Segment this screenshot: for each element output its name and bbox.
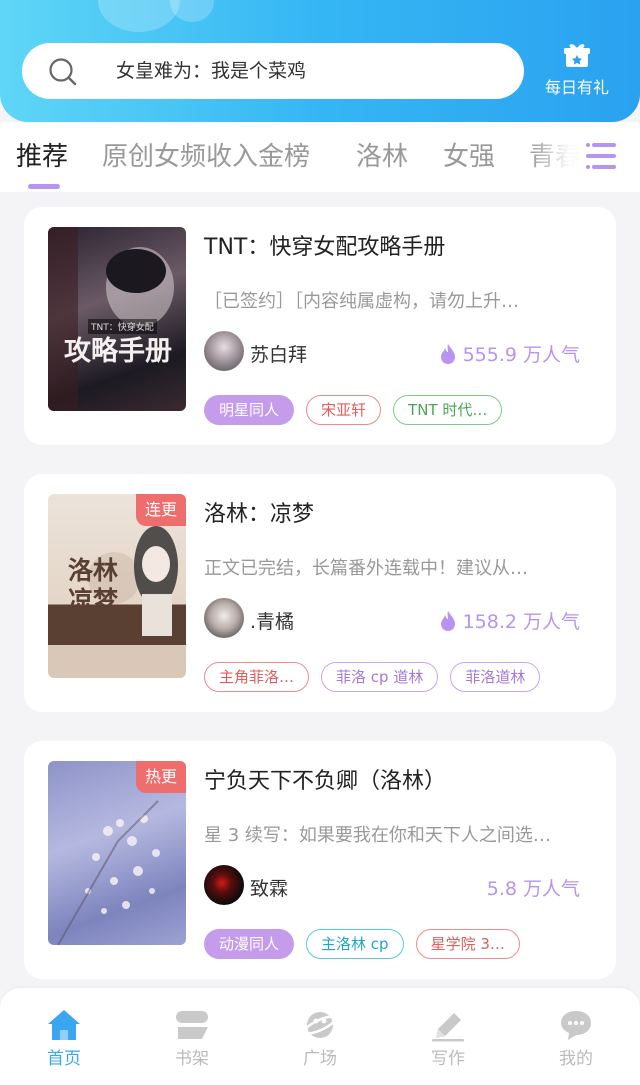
book-cover[interactable]: 洛林凉梦 连更 xyxy=(48,494,186,678)
update-badge: 连更 xyxy=(136,494,186,526)
tag[interactable]: 明星同人 xyxy=(204,395,295,425)
author-name[interactable]: 致霖 xyxy=(250,874,288,901)
popularity-value: 5.8 万人气 xyxy=(486,878,580,900)
book-card[interactable]: 热更 宁负天下不负卿（洛林） 星 3 续写：如果要我在你和天下人之间选… 致霖 … xyxy=(24,741,616,979)
book-title[interactable]: 洛林：凉梦 xyxy=(204,496,314,528)
chat-bubble-icon xyxy=(561,1011,591,1040)
tag-list: 明星同人 宋亚轩 TNT 时代… xyxy=(204,395,514,425)
tab-luolin[interactable]: 洛林 xyxy=(356,136,408,173)
nav-home[interactable]: 首页 xyxy=(24,1008,104,1072)
cover-title: 攻略手册 xyxy=(64,336,172,367)
popularity: 5.8 万人气 xyxy=(487,874,580,901)
home-icon xyxy=(48,1010,80,1040)
popularity-value: 555.9 万人气 xyxy=(462,344,580,366)
book-description: 星 3 续写：如果要我在你和天下人之间选… xyxy=(204,825,551,846)
flame-icon xyxy=(440,610,455,631)
tag[interactable]: 菲洛道林 xyxy=(450,662,541,692)
tag[interactable]: 动漫同人 xyxy=(204,929,295,959)
author-avatar[interactable] xyxy=(204,865,244,905)
tag-list: 动漫同人 主洛林 cp 星学院 3… xyxy=(204,929,532,959)
tab-recommend[interactable]: 推荐 xyxy=(16,136,68,173)
nav-bookshelf[interactable]: 书架 xyxy=(152,1008,232,1072)
tab-income-rank[interactable]: 原创女频收入金榜 xyxy=(102,136,310,173)
tag[interactable]: 宋亚轩 xyxy=(306,395,382,425)
flame-icon xyxy=(440,343,455,364)
gift-label: 每日有礼 xyxy=(544,78,609,97)
nav-square[interactable]: 广场 xyxy=(280,1008,360,1072)
nav-write[interactable]: 写作 xyxy=(408,1008,488,1072)
author-name[interactable]: 苏白拜 xyxy=(250,340,307,367)
nav-label: 我的 xyxy=(559,1049,593,1069)
book-title[interactable]: 宁负天下不负卿（洛林） xyxy=(204,763,446,795)
author-avatar[interactable] xyxy=(204,598,244,638)
book-card[interactable]: 洛林凉梦 连更 洛林：凉梦 正文已完结，长篇番外连载中！建议从… .青橘 158… xyxy=(24,474,616,712)
tab-female-strong[interactable]: 女强 xyxy=(443,136,495,173)
cover-subtitle: TNT：快穿女配 xyxy=(88,319,157,334)
bottom-nav: 首页 书架 广场 写作 我的 xyxy=(0,988,640,1085)
nav-label: 书架 xyxy=(175,1049,209,1069)
nav-me[interactable]: 我的 xyxy=(536,1008,616,1072)
bookshelf-icon xyxy=(176,1011,208,1039)
search-icon xyxy=(49,58,77,86)
pencil-icon xyxy=(432,1013,464,1042)
tag[interactable]: TNT 时代… xyxy=(393,395,503,425)
hot-update-badge: 热更 xyxy=(136,761,186,793)
decor-bubble xyxy=(170,0,214,22)
category-menu-icon[interactable] xyxy=(584,140,618,172)
book-cover[interactable]: TNT：快穿女配 攻略手册 xyxy=(48,227,186,411)
nav-label: 首页 xyxy=(47,1049,81,1069)
active-tab-indicator xyxy=(28,184,60,189)
tag[interactable]: 主角菲洛… xyxy=(204,662,310,692)
book-title[interactable]: TNT：快穿女配攻略手册 xyxy=(204,229,445,261)
nav-label: 广场 xyxy=(303,1049,337,1069)
book-description: ［已签约］［内容纯属虚构，请勿上升… xyxy=(204,291,519,312)
popularity: 555.9 万人气 xyxy=(439,340,580,367)
cover-title: 洛林凉梦 xyxy=(68,556,119,615)
author-avatar[interactable] xyxy=(204,331,244,371)
popularity-value: 158.2 万人气 xyxy=(462,611,580,633)
tag-list: 主角菲洛… 菲洛 cp 道林 菲洛道林 xyxy=(204,662,552,692)
header: 女皇难为：我是个菜鸡 每日有礼 xyxy=(0,0,640,122)
popularity: 158.2 万人气 xyxy=(439,607,580,634)
search-placeholder: 女皇难为：我是个菜鸡 xyxy=(116,60,307,82)
tag[interactable]: 星学院 3… xyxy=(415,929,520,959)
book-card[interactable]: TNT：快穿女配 攻略手册 TNT：快穿女配攻略手册 ［已签约］［内容纯属虚构，… xyxy=(24,207,616,445)
tag[interactable]: 主洛林 cp xyxy=(306,929,404,959)
planet-icon xyxy=(303,1012,337,1038)
nav-label: 写作 xyxy=(431,1049,465,1069)
search-bar[interactable]: 女皇难为：我是个菜鸡 xyxy=(22,43,524,99)
book-description: 正文已完结，长篇番外连载中！建议从… xyxy=(204,558,528,579)
gift-icon xyxy=(564,44,590,67)
book-cover[interactable]: 热更 xyxy=(48,761,186,945)
author-name[interactable]: .青橘 xyxy=(250,607,294,634)
tag[interactable]: 菲洛 cp 道林 xyxy=(321,662,439,692)
decor-bubble xyxy=(98,0,180,32)
daily-gift-button[interactable]: 每日有礼 xyxy=(540,40,614,100)
